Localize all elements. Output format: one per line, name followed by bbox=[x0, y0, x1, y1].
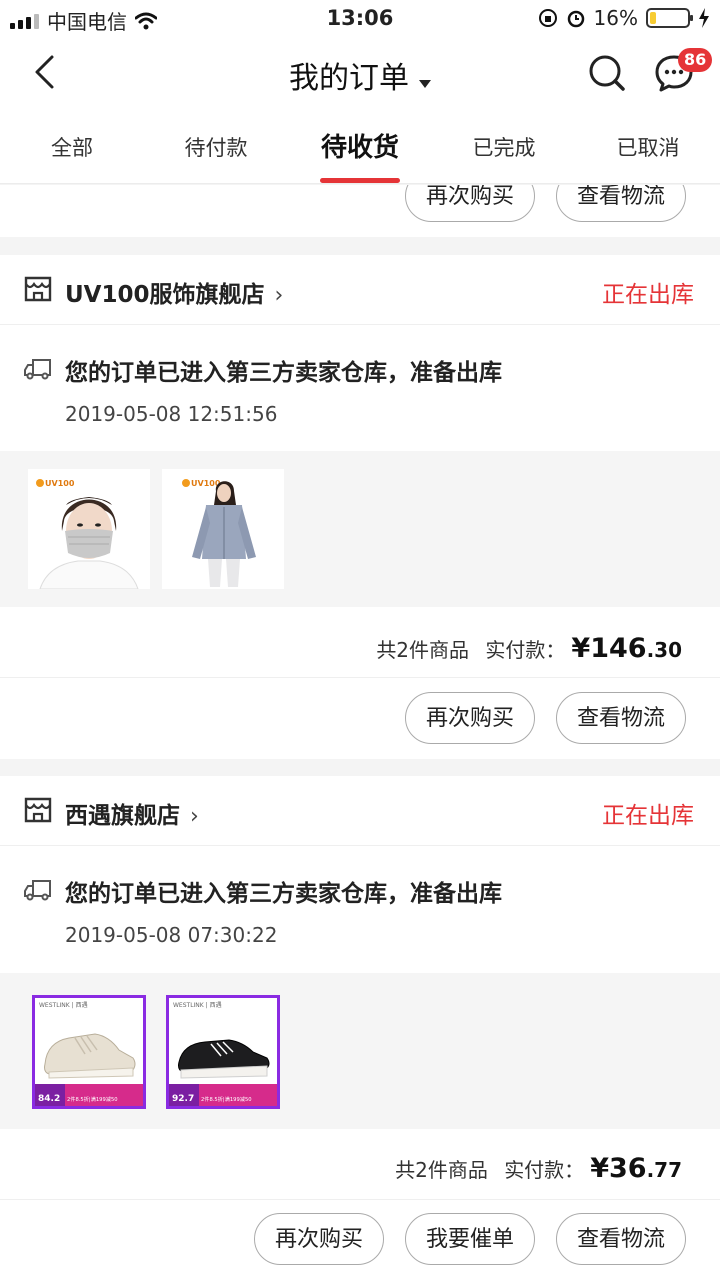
tab-pending-receipt[interactable]: 待收货 bbox=[288, 110, 432, 183]
logistics-time: 2019-05-08 12:51:56 bbox=[65, 402, 278, 426]
brand-mark: WESTLINK | 西遇 bbox=[39, 1002, 88, 1009]
divider bbox=[0, 1199, 720, 1200]
order-status: 正在出库 bbox=[602, 282, 694, 308]
view-logistics-button[interactable]: 查看物流 bbox=[556, 692, 686, 744]
logistics-row[interactable]: 您的订单已进入第三方卖家仓库，准备出库 2019-05-08 12:51:56 bbox=[0, 325, 720, 451]
product-image-jacket[interactable]: UV100 bbox=[162, 469, 284, 589]
promo-price: 84.2 bbox=[38, 1094, 60, 1104]
search-icon[interactable] bbox=[588, 54, 626, 92]
logistics-text: 您的订单已进入第三方卖家仓库，准备出库 bbox=[65, 881, 502, 907]
promo-text: 2件8.5折|满199减50 bbox=[201, 1095, 252, 1103]
battery-icon bbox=[646, 8, 693, 28]
order-total: 共2件商品 实付款： ¥146.30 bbox=[376, 633, 682, 664]
truck-icon bbox=[24, 880, 51, 901]
chevron-right-icon: › bbox=[190, 804, 199, 829]
store-icon bbox=[24, 276, 52, 302]
tab-all[interactable]: 全部 bbox=[0, 110, 144, 183]
order-card-partial: 再次购买 查看物流 bbox=[0, 185, 720, 237]
page-title: 我的订单 bbox=[289, 61, 409, 96]
status-right: 16% bbox=[538, 6, 710, 30]
divider bbox=[0, 677, 720, 678]
tab-cancelled[interactable]: 已取消 bbox=[576, 110, 720, 183]
price-decimal: .30 bbox=[646, 638, 682, 662]
logistics-time: 2019-05-08 07:30:22 bbox=[65, 923, 278, 947]
store-name: UV100服饰旗舰店 › bbox=[65, 275, 283, 309]
view-logistics-button[interactable]: 查看物流 bbox=[556, 1213, 686, 1265]
product-thumbnails[interactable]: UV100 UV100 bbox=[0, 451, 720, 607]
brand-mark: WESTLINK | 西遇 bbox=[173, 1002, 222, 1009]
store-name: 西遇旗舰店 › bbox=[65, 796, 199, 830]
tab-pending-payment[interactable]: 待付款 bbox=[144, 110, 288, 183]
promo-text: 2件8.5折|满199减50 bbox=[67, 1095, 118, 1103]
product-image-sneaker-beige[interactable]: WESTLINK | 西遇 84.2 2件8.5折|满199减50 bbox=[32, 995, 146, 1109]
product-image-mask[interactable]: UV100 bbox=[28, 469, 150, 589]
order-card: UV100服饰旗舰店 › 正在出库 您的订单已进入第三方卖家仓库，准备出库 201… bbox=[0, 255, 720, 759]
brand-mark: UV100 bbox=[45, 479, 75, 488]
logistics-text: 您的订单已进入第三方卖家仓库，准备出库 bbox=[65, 360, 502, 386]
store-name-text: 西遇旗舰店 bbox=[65, 803, 180, 829]
product-image-sneaker-black[interactable]: WESTLINK | 西遇 92.7 2件8.5折|满199减50 bbox=[166, 995, 280, 1109]
promo-price: 92.7 bbox=[172, 1094, 194, 1104]
nav-header: 我的订单 bbox=[0, 36, 720, 110]
logistics-row[interactable]: 您的订单已进入第三方卖家仓库，准备出库 2019-05-08 07:30:22 bbox=[0, 846, 720, 972]
store-icon bbox=[24, 797, 52, 823]
price-integer: ¥36 bbox=[590, 1153, 647, 1184]
price-integer: ¥146 bbox=[571, 633, 647, 664]
buy-again-button[interactable]: 再次购买 bbox=[405, 185, 535, 222]
price-decimal: .77 bbox=[646, 1158, 682, 1182]
order-tabs: 全部 待付款 待收货 已完成 已取消 bbox=[0, 110, 720, 184]
store-name-text: UV100服饰旗舰店 bbox=[65, 282, 265, 308]
status-bar: 中国电信 13:06 16% bbox=[0, 0, 720, 36]
urge-order-button[interactable]: 我要催单 bbox=[405, 1213, 535, 1265]
order-card: 西遇旗舰店 › 正在出库 您的订单已进入第三方卖家仓库，准备出库 2019-05-… bbox=[0, 776, 720, 1280]
tab-completed[interactable]: 已完成 bbox=[432, 110, 576, 183]
rotation-lock-icon bbox=[538, 9, 557, 27]
view-logistics-button[interactable]: 查看物流 bbox=[556, 185, 686, 222]
paid-label: 实付款： bbox=[504, 1158, 585, 1182]
buy-again-button[interactable]: 再次购买 bbox=[254, 1213, 384, 1265]
store-row[interactable]: 西遇旗舰店 › 正在出库 bbox=[0, 776, 720, 846]
caret-down-icon bbox=[419, 79, 431, 88]
truck-icon bbox=[24, 359, 51, 380]
charging-icon bbox=[699, 8, 709, 28]
chevron-right-icon: › bbox=[274, 283, 284, 308]
product-thumbnails[interactable]: WESTLINK | 西遇 84.2 2件8.5折|满199减50 WESTLI… bbox=[0, 973, 720, 1129]
order-total: 共2件商品 实付款： ¥36.77 bbox=[395, 1153, 682, 1184]
message-badge: 86 bbox=[678, 48, 713, 72]
battery-percent: 16% bbox=[593, 6, 638, 30]
alarm-icon bbox=[567, 10, 584, 28]
paid-label: 实付款： bbox=[485, 638, 566, 662]
order-list[interactable]: 再次购买 查看物流 UV100服饰旗舰店 › 正在出库 您的订单已进入第三方卖家仓… bbox=[0, 185, 720, 1280]
battery-level bbox=[650, 12, 656, 24]
store-row[interactable]: UV100服饰旗舰店 › 正在出库 bbox=[0, 255, 720, 325]
order-status: 正在出库 bbox=[602, 803, 694, 829]
buy-again-button[interactable]: 再次购买 bbox=[405, 692, 535, 744]
item-count: 共2件商品 bbox=[376, 638, 470, 662]
item-count: 共2件商品 bbox=[395, 1158, 488, 1182]
